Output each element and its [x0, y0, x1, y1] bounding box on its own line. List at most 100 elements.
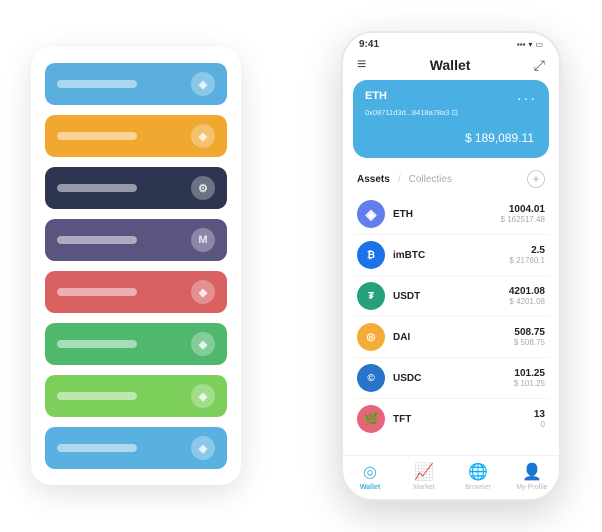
- card-icon: ◈: [191, 124, 215, 148]
- profile-nav-label: My Profile: [516, 484, 547, 491]
- battery-icon: ▭: [535, 40, 543, 49]
- asset-usd: $ 4201.08: [509, 297, 545, 306]
- card-bar: [57, 132, 137, 140]
- wallet-nav-icon: ◎: [363, 462, 377, 482]
- usdc-coin-icon: ©: [357, 364, 385, 392]
- table-row[interactable]: ₿ imBTC 2.5 $ 21760.1: [353, 235, 549, 276]
- asset-name-col: USDC: [393, 373, 514, 384]
- asset-amount: 508.75: [514, 327, 545, 338]
- asset-usd: $ 101.25: [514, 379, 545, 388]
- card-icon: M: [191, 228, 215, 252]
- add-icon: +: [532, 172, 539, 186]
- asset-usd: $ 508.75: [514, 338, 545, 347]
- balance-value: 189,089.11: [475, 131, 534, 145]
- status-bar: 9:41 ▪▪▪ ▾ ▭: [343, 33, 559, 52]
- nav-item-wallet[interactable]: ◎ Wallet: [343, 462, 397, 491]
- asset-name: DAI: [393, 332, 514, 343]
- card-bar: [57, 340, 137, 348]
- assets-header: Assets / Collecties +: [343, 166, 559, 194]
- card-bar: [57, 236, 137, 244]
- nav-item-browser[interactable]: 🌐 Browser: [451, 462, 505, 491]
- expand-icon[interactable]: ⤢: [534, 57, 545, 74]
- list-item[interactable]: ◈: [45, 115, 227, 157]
- list-item[interactable]: ⚙: [45, 167, 227, 209]
- tab-assets[interactable]: Assets: [357, 174, 390, 185]
- asset-amount: 13: [534, 409, 545, 420]
- asset-amount: 101.25: [514, 368, 545, 379]
- tft-coin-icon: 🌿: [357, 405, 385, 433]
- table-row[interactable]: ◎ DAI 508.75 $ 508.75: [353, 317, 549, 358]
- dai-coin-icon: ◎: [357, 323, 385, 351]
- list-item[interactable]: ◆: [45, 323, 227, 365]
- tab-divider: /: [398, 174, 401, 185]
- eth-address: 0x08711d3d...8418a78a3 ⊡: [365, 108, 537, 117]
- asset-list: ◈ ETH 1004.01 $ 162517.48 ₿ imBTC 2.5 $ …: [343, 194, 559, 455]
- nav-item-market[interactable]: 📈 Market: [397, 462, 451, 491]
- card-icon: ◆: [191, 384, 215, 408]
- menu-icon[interactable]: ≡: [357, 56, 366, 74]
- balance-currency: $: [465, 131, 472, 145]
- asset-name-col: imBTC: [393, 250, 509, 261]
- list-item[interactable]: ◆: [45, 63, 227, 105]
- signal-icon: ▪▪▪: [517, 40, 526, 49]
- asset-name: imBTC: [393, 250, 509, 261]
- asset-amount: 1004.01: [501, 204, 546, 215]
- scene: ◆ ◈ ⚙ M ◆ ◆ ◆ ◆: [11, 11, 591, 521]
- list-item[interactable]: ◆: [45, 427, 227, 469]
- assets-tabs: Assets / Collecties: [357, 174, 452, 185]
- table-row[interactable]: © USDC 101.25 $ 101.25: [353, 358, 549, 399]
- card-bar: [57, 80, 137, 88]
- imbtc-coin-icon: ₿: [357, 241, 385, 269]
- asset-name-col: DAI: [393, 332, 514, 343]
- bottom-nav: ◎ Wallet 📈 Market 🌐 Browser 👤 My Profile: [343, 455, 559, 499]
- asset-usd: $ 21760.1: [509, 256, 545, 265]
- eth-card[interactable]: ETH ··· 0x08711d3d...8418a78a3 ⊡ $189,08…: [353, 80, 549, 158]
- asset-usd: 0: [534, 420, 545, 429]
- list-item[interactable]: M: [45, 219, 227, 261]
- page-title: Wallet: [430, 57, 471, 73]
- table-row[interactable]: ◈ ETH 1004.01 $ 162517.48: [353, 194, 549, 235]
- asset-name: ETH: [393, 209, 501, 220]
- eth-more-icon[interactable]: ···: [517, 90, 537, 106]
- asset-usd: $ 162517.48: [501, 215, 546, 224]
- tab-collecties[interactable]: Collecties: [409, 174, 452, 185]
- eth-balance: $189,089.11: [365, 125, 537, 148]
- asset-name-col: TFT: [393, 414, 534, 425]
- asset-amount: 2.5: [509, 245, 545, 256]
- phone-mockup: 9:41 ▪▪▪ ▾ ▭ ≡ Wallet ⤢ ETH ··· 0x08711d…: [341, 31, 561, 501]
- card-bar: [57, 288, 137, 296]
- card-icon: ◆: [191, 332, 215, 356]
- left-panel: ◆ ◈ ⚙ M ◆ ◆ ◆ ◆: [31, 47, 241, 485]
- card-icon: ◆: [191, 280, 215, 304]
- asset-values: 1004.01 $ 162517.48: [501, 204, 546, 224]
- profile-nav-icon: 👤: [522, 462, 542, 482]
- table-row[interactable]: ₮ USDT 4201.08 $ 4201.08: [353, 276, 549, 317]
- market-nav-label: Market: [413, 484, 434, 491]
- browser-nav-icon: 🌐: [468, 462, 488, 482]
- asset-values: 101.25 $ 101.25: [514, 368, 545, 388]
- list-item[interactable]: ◆: [45, 375, 227, 417]
- browser-nav-label: Browser: [465, 484, 491, 491]
- status-icons: ▪▪▪ ▾ ▭: [517, 40, 543, 49]
- asset-amount: 4201.08: [509, 286, 545, 297]
- card-icon: ⚙: [191, 176, 215, 200]
- wifi-icon: ▾: [528, 40, 532, 49]
- wallet-nav-label: Wallet: [360, 484, 380, 491]
- asset-values: 2.5 $ 21760.1: [509, 245, 545, 265]
- asset-name: USDC: [393, 373, 514, 384]
- card-bar: [57, 444, 137, 452]
- card-icon: ◆: [191, 436, 215, 460]
- phone-header: ≡ Wallet ⤢: [343, 52, 559, 80]
- add-asset-button[interactable]: +: [527, 170, 545, 188]
- card-bar: [57, 392, 137, 400]
- asset-values: 508.75 $ 508.75: [514, 327, 545, 347]
- market-nav-icon: 📈: [414, 462, 434, 482]
- nav-item-profile[interactable]: 👤 My Profile: [505, 462, 559, 491]
- asset-name-col: ETH: [393, 209, 501, 220]
- eth-coin-icon: ◈: [357, 200, 385, 228]
- usdt-coin-icon: ₮: [357, 282, 385, 310]
- table-row[interactable]: 🌿 TFT 13 0: [353, 399, 549, 439]
- eth-label: ETH: [365, 90, 387, 102]
- list-item[interactable]: ◆: [45, 271, 227, 313]
- asset-values: 4201.08 $ 4201.08: [509, 286, 545, 306]
